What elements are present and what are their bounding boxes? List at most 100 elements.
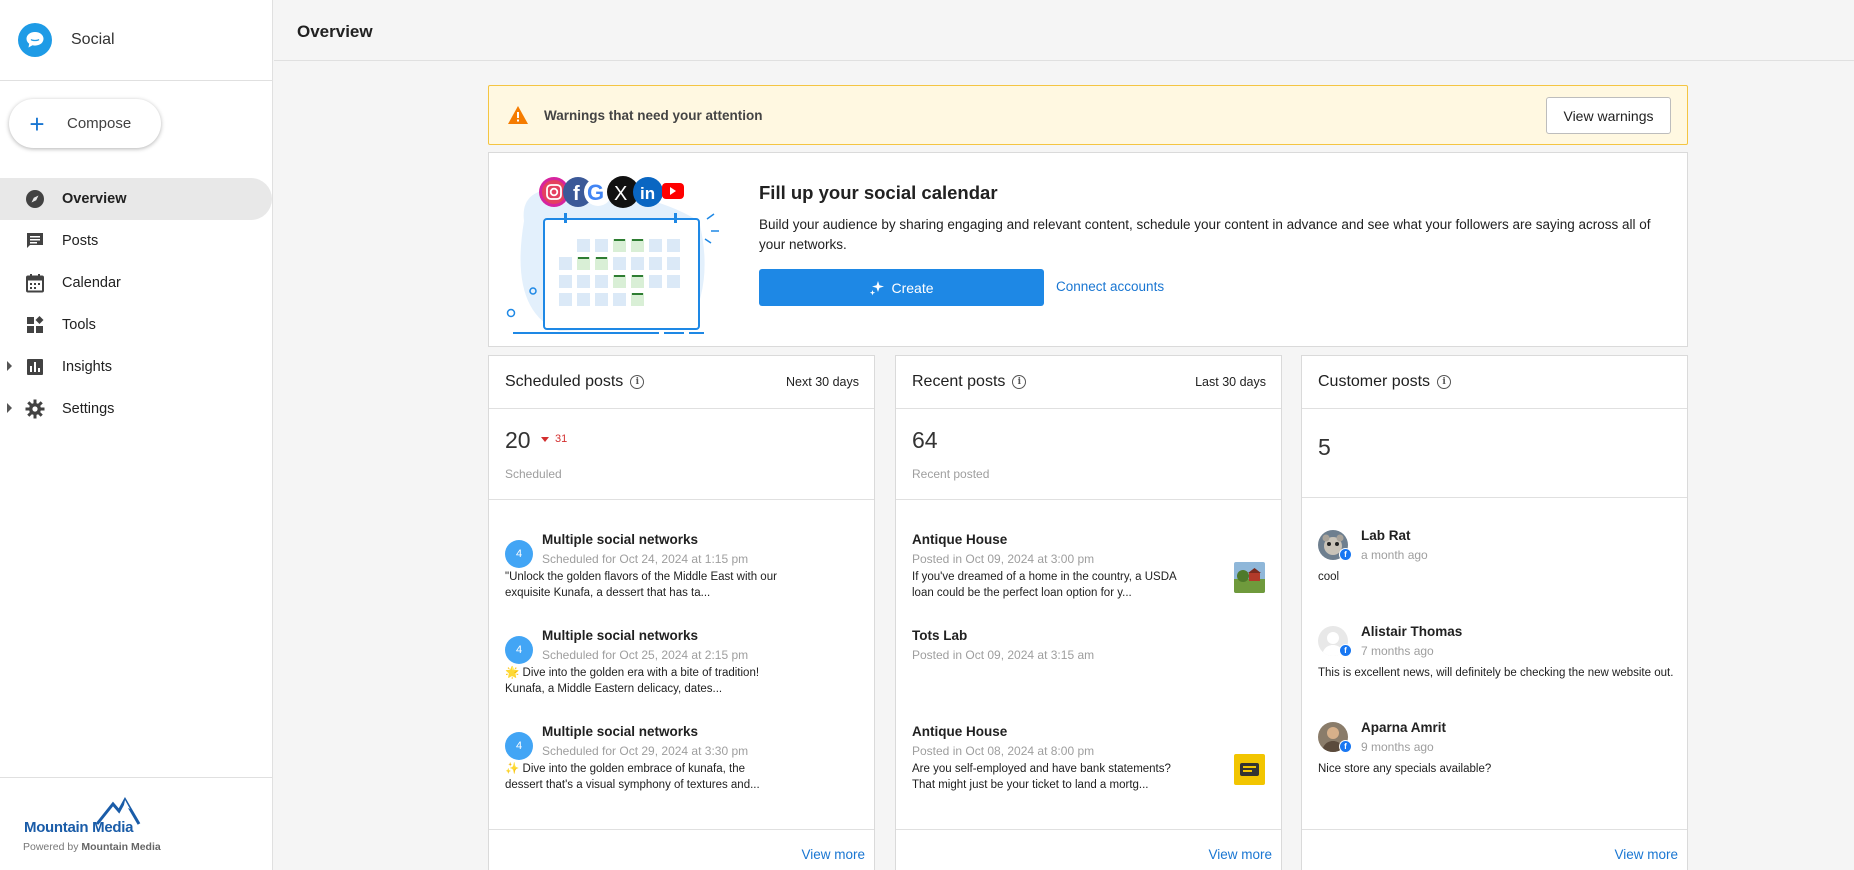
gear-icon [24, 398, 46, 420]
mountain-icon [95, 796, 141, 825]
date-range[interactable]: Last 30 days [1195, 375, 1266, 389]
list-item[interactable]: f Aparna Amrit 9 months ago Nice store a… [1302, 720, 1687, 810]
sidebar-nav: Overview Posts Calendar Tools Insights S… [0, 178, 273, 430]
stats-section: 20 31 Scheduled [489, 409, 874, 500]
post-title: Multiple social networks [542, 532, 699, 547]
app-name: Social [71, 31, 115, 48]
post-body: ✨ Dive into the golden embrace of kunafa… [505, 763, 760, 791]
view-warnings-button[interactable]: View warnings [1546, 97, 1671, 134]
promo-title: Fill up your social calendar [759, 182, 998, 203]
create-button[interactable]: Create [759, 269, 1044, 306]
customer-name: Alistair Thomas [1361, 624, 1463, 639]
warning-icon [508, 106, 528, 124]
card-title: Recent posts i [912, 373, 1027, 391]
post-title: Antique House [912, 724, 1008, 739]
network-count-badge: 4 [505, 732, 533, 760]
list-item[interactable]: 4 Multiple social networks Scheduled for… [489, 624, 874, 714]
post-time: Posted in Oct 09, 2024 at 3:00 pm [912, 552, 1095, 566]
warning-text: Warnings that need your attention [544, 107, 763, 123]
date-range[interactable]: Next 30 days [786, 375, 859, 389]
expand-caret-icon[interactable] [7, 361, 12, 371]
sidebar-item-insights[interactable]: Insights [0, 346, 273, 388]
social-logo-icon [18, 23, 52, 57]
connect-accounts-link[interactable]: Connect accounts [1056, 279, 1164, 294]
brand-header: Social [0, 0, 272, 81]
recent-posts-card: Recent posts i Last 30 days 64 Recent po… [895, 355, 1282, 870]
stat-label: Recent posted [912, 467, 990, 481]
network-count-badge: 4 [505, 636, 533, 664]
post-title: Multiple social networks [542, 628, 699, 643]
card-header: Recent posts i Last 30 days [896, 356, 1281, 409]
post-time: Posted in Oct 08, 2024 at 8:00 pm [912, 744, 1095, 758]
sidebar-item-settings[interactable]: Settings [0, 388, 273, 430]
social-calendar-promo: f G X in Fill up your social calendar Bu… [488, 152, 1688, 347]
svg-text:in: in [640, 184, 655, 203]
card-header: Customer posts i [1302, 356, 1687, 409]
sidebar-item-overview[interactable]: Overview [0, 178, 272, 220]
post-body: 🌟 Dive into the golden era with a bite o… [505, 667, 760, 695]
sidebar-item-label: Settings [62, 401, 115, 417]
post-body: If you've dreamed of a home in the count… [912, 571, 1177, 599]
stat-delta: 31 [541, 433, 567, 445]
post-body: Are you self-employed and have bank stat… [912, 763, 1171, 791]
info-icon[interactable]: i [630, 375, 645, 389]
post-time: 9 months ago [1361, 740, 1434, 754]
card-footer: View more [489, 829, 874, 870]
sidebar-item-calendar[interactable]: Calendar [0, 262, 273, 304]
card-footer: View more [896, 829, 1281, 870]
stat-count: 5 [1318, 434, 1331, 460]
warning-banner: Warnings that need your attention View w… [488, 85, 1688, 145]
mountain-media-logo: Mountain Media [24, 796, 141, 836]
info-icon[interactable]: i [1437, 375, 1452, 389]
customer-name: Aparna Amrit [1361, 720, 1447, 735]
stats-section: 64 Recent posted [896, 409, 1281, 500]
list-item[interactable]: Tots Lab Posted in Oct 09, 2024 at 3:15 … [896, 624, 1281, 714]
sidebar: Social + Compose Overview Posts Calendar [0, 0, 273, 870]
list-item[interactable]: f Lab Rat a month ago cool [1302, 528, 1687, 618]
post-time: Scheduled for Oct 24, 2024 at 1:15 pm [542, 552, 749, 566]
list-item[interactable]: 4 Multiple social networks Scheduled for… [489, 528, 874, 618]
sidebar-item-posts[interactable]: Posts [0, 220, 273, 262]
view-more-link[interactable]: View more [801, 847, 865, 862]
sidebar-item-tools[interactable]: Tools [0, 304, 273, 346]
compose-label: Compose [67, 115, 132, 132]
facebook-icon: f [1339, 740, 1352, 753]
top-bar: Overview [274, 0, 1854, 61]
view-more-link[interactable]: View more [1208, 847, 1272, 862]
view-more-link[interactable]: View more [1614, 847, 1678, 862]
post-title: Multiple social networks [542, 724, 699, 739]
post-body: This is excellent news, will definitely … [1318, 667, 1674, 679]
card-footer: View more [1302, 829, 1687, 870]
sidebar-footer: Mountain Media Powered by Mountain Media [0, 777, 273, 870]
compose-button[interactable]: + Compose [9, 99, 161, 148]
post-time: 7 months ago [1361, 644, 1434, 658]
sidebar-item-label: Posts [62, 233, 99, 249]
svg-text:G: G [587, 180, 604, 205]
post-body: cool [1318, 571, 1340, 583]
customer-name: Lab Rat [1361, 528, 1411, 543]
sparkle-icon [870, 280, 885, 295]
post-time: Scheduled for Oct 29, 2024 at 3:30 pm [542, 744, 749, 758]
post-time: Scheduled for Oct 25, 2024 at 2:15 pm [542, 648, 749, 662]
info-icon[interactable]: i [1012, 375, 1027, 389]
list-item[interactable]: Antique House Posted in Oct 08, 2024 at … [896, 720, 1281, 810]
bar-chart-icon [24, 356, 46, 378]
post-time: a month ago [1361, 548, 1428, 562]
list-item[interactable]: 4 Multiple social networks Scheduled for… [489, 720, 874, 810]
facebook-icon: f [1339, 548, 1352, 561]
calendar-illustration: f G X in [506, 176, 719, 334]
list-item[interactable]: f Alistair Thomas 7 months ago This is e… [1302, 624, 1687, 714]
compass-icon [24, 188, 46, 210]
plus-icon: + [29, 108, 45, 139]
post-title: Tots Lab [912, 628, 968, 643]
statement-thumbnail [1234, 754, 1265, 785]
svg-text:X: X [614, 183, 627, 205]
expand-caret-icon[interactable] [7, 403, 12, 413]
card-header: Scheduled posts i Next 30 days [489, 356, 874, 409]
card-title: Customer posts i [1318, 373, 1452, 391]
powered-by: Powered by Mountain Media [23, 841, 161, 853]
facebook-icon: f [1339, 644, 1352, 657]
stats-section: 5 [1302, 409, 1687, 498]
list-item[interactable]: Antique House Posted in Oct 09, 2024 at … [896, 528, 1281, 618]
page-title: Overview [297, 22, 373, 41]
